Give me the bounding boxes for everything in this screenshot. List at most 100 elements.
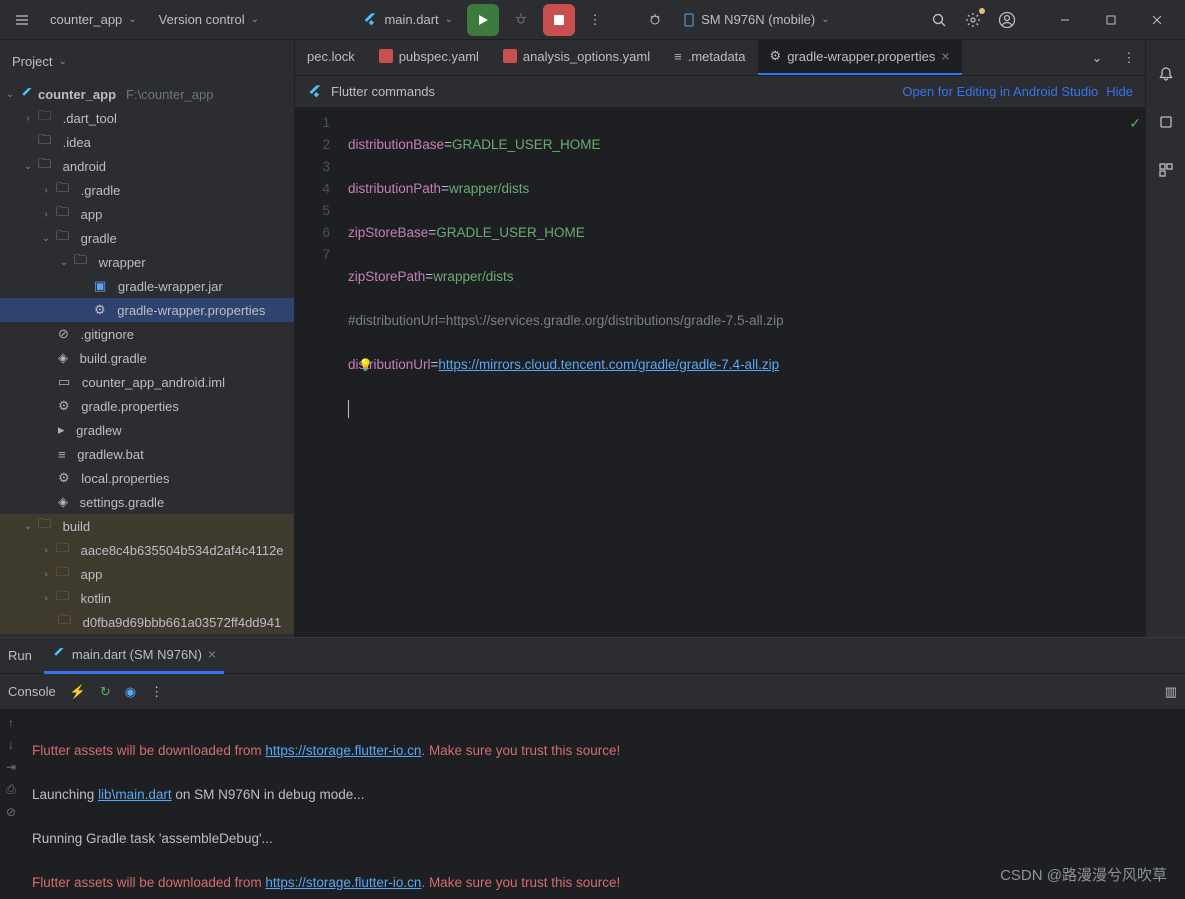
tab[interactable]: analysis_options.yaml [491,40,662,76]
reload-icon[interactable]: ↻ [100,684,111,700]
project-sidebar: Project ⌄ ⌄ counter_app F:\counter_app ›… [0,40,295,637]
tree-item[interactable]: ⚙ local.properties [0,466,294,490]
tree-item[interactable]: ▣ gradle-wrapper.jar [0,274,294,298]
search-icon[interactable] [925,6,953,34]
run-tab-label: main.dart (SM N976N) [72,647,202,662]
project-dropdown[interactable]: counter_app ⌄ [42,8,145,31]
device-label: SM N976N (mobile) [701,12,815,27]
open-android-studio-link[interactable]: Open for Editing in Android Studio [902,84,1098,99]
tab[interactable]: ≡.metadata [662,40,757,76]
tree-item[interactable]: ⌄🗀 build [0,514,294,538]
tab[interactable]: pec.lock [295,40,367,76]
print-icon[interactable]: ⎙ [6,782,16,797]
chevron-down-icon: ⌄ [251,14,259,25]
tree-item[interactable]: ◈ build.gradle [0,346,294,370]
bookmarks-icon[interactable] [1152,108,1180,136]
device-dropdown[interactable]: SM N976N (mobile) ⌄ [675,8,838,32]
tree-item[interactable]: ≡ gradlew.bat [0,442,294,466]
tree-item[interactable]: ›🗀 app [0,202,294,226]
tab-active[interactable]: ⚙gradle-wrapper.properties× [758,40,962,76]
project-header[interactable]: Project ⌄ [0,40,294,82]
console-output[interactable]: Flutter assets will be downloaded from h… [22,710,1185,899]
tree-root[interactable]: ⌄ counter_app F:\counter_app [0,82,294,106]
flutter-commands-bar: Flutter commands Open for Editing in And… [295,76,1145,108]
settings-icon[interactable] [959,6,987,34]
profiler-icon[interactable] [641,6,669,34]
yaml-icon [379,49,393,63]
notifications-icon[interactable] [1152,60,1180,88]
tree-item[interactable]: ›🗀 kotlin [0,586,294,610]
flutter-icon [52,647,66,661]
account-icon[interactable] [993,6,1021,34]
console-toolbar: Console ⚡ ↻ ◉ ⋮ ▥ [0,674,1185,710]
flutter-icon [20,87,34,101]
clear-icon[interactable]: ⊘ [6,805,16,819]
close-icon[interactable]: × [941,48,949,64]
bulb-icon[interactable]: 💡 [358,354,373,376]
tab[interactable]: pubspec.yaml [367,40,491,76]
chevron-down-icon: ⌄ [445,14,453,25]
close-icon[interactable]: × [208,646,216,662]
tree-item[interactable]: ›🗀 .dart_tool [0,106,294,130]
console-label: Console [8,684,56,699]
titlebar: counter_app ⌄ Version control ⌄ main.dar… [0,0,1185,40]
tree-item[interactable]: ▸ gradlew [0,418,294,442]
right-toolbar [1145,40,1185,637]
close-button[interactable] [1137,6,1177,34]
structure-icon[interactable] [1152,156,1180,184]
down-icon[interactable]: ↓ [8,738,14,752]
console-side-tools: ↑ ↓ ⇥ ⎙ ⊘ [0,710,22,899]
tree-item[interactable]: ⌄🗀 wrapper [0,250,294,274]
run-panel: Run main.dart (SM N976N) × Console ⚡ ↻ ◉… [0,637,1185,899]
debug-button[interactable] [505,4,537,36]
hide-link[interactable]: Hide [1106,84,1133,99]
up-icon[interactable]: ↑ [8,716,14,730]
editor-area: pec.lock pubspec.yaml analysis_options.y… [295,40,1145,637]
console-body: ↑ ↓ ⇥ ⎙ ⊘ Flutter assets will be downloa… [0,710,1185,899]
tree-item[interactable]: 🗀 d0fba9d69bbb661a03572ff4dd941 [0,610,294,634]
tab-options-icon[interactable]: ⋮ [1113,50,1145,66]
tree-item[interactable]: ◈ settings.gradle [0,490,294,514]
tree-item[interactable]: ⌄🗀 gradle [0,226,294,250]
tree-item[interactable]: ›🗀 app [0,562,294,586]
tree-root-path: F:\counter_app [126,87,213,102]
gear-icon: ⚙ [770,48,782,64]
yaml-icon [503,49,517,63]
wrap-icon[interactable]: ⇥ [6,760,16,774]
run-button[interactable] [467,4,499,36]
devtools-icon[interactable]: ◉ [125,684,136,700]
project-header-label: Project [12,54,52,69]
project-tree: ⌄ counter_app F:\counter_app ›🗀 .dart_to… [0,82,294,637]
minimize-button[interactable] [1045,6,1085,34]
tree-item[interactable]: 🗀 .idea [0,130,294,154]
tree-root-name: counter_app [38,87,116,102]
code-editor[interactable]: ✓ 1234567 distributionBase=GRADLE_USER_H… [295,108,1145,637]
maximize-button[interactable] [1091,6,1131,34]
hamburger-menu[interactable] [8,6,36,34]
lightning-icon[interactable]: ⚡ [70,684,86,700]
run-config-label: main.dart [384,12,438,27]
stop-button[interactable] [543,4,575,36]
tree-item[interactable]: ▭ counter_app_android.iml [0,370,294,394]
editor-tabs: pec.lock pubspec.yaml analysis_options.y… [295,40,1145,76]
tree-item[interactable]: ›🗀 aace8c4b635504b534d2af4c4112e [0,538,294,562]
phone-icon [683,12,695,28]
more-tabs-icon[interactable]: ⌄ [1081,50,1113,66]
more-icon[interactable]: ⋮ [150,684,163,700]
expand-icon: ⌄ [4,89,16,100]
tree-item-selected[interactable]: ⚙ gradle-wrapper.properties [0,298,294,322]
tree-item[interactable]: ⚙ gradle.properties [0,394,294,418]
code-content[interactable]: distributionBase=GRADLE_USER_HOME distri… [340,108,1145,637]
vcs-dropdown[interactable]: Version control ⌄ [151,8,267,31]
run-config-dropdown[interactable]: main.dart ⌄ [354,8,461,32]
layout-icon[interactable]: ▥ [1165,684,1177,700]
tree-item[interactable]: ⊘ .gitignore [0,322,294,346]
more-icon[interactable]: ⋮ [581,6,609,34]
line-gutter: 1234567 [295,108,340,637]
run-tab[interactable]: main.dart (SM N976N) × [44,638,224,674]
flutter-icon [362,12,378,28]
run-label: Run [8,648,32,663]
tree-item[interactable]: ›🗀 .gradle [0,178,294,202]
tree-item[interactable]: ⌄🗀 android [0,154,294,178]
notification-dot [979,8,985,14]
